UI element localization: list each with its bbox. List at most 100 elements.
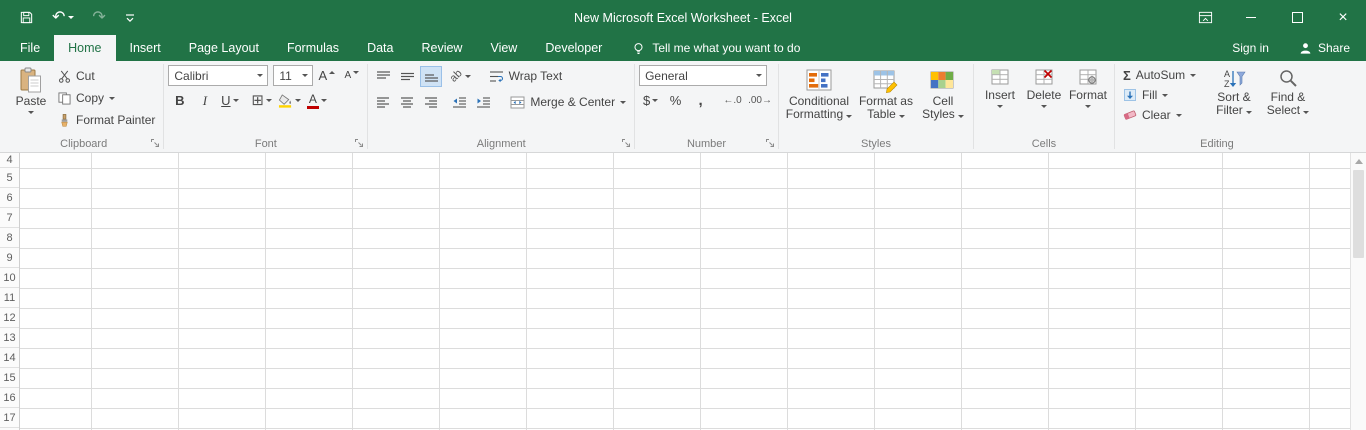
row-header-cell[interactable]: 14 <box>0 348 19 368</box>
font-color-button[interactable]: A <box>305 90 329 111</box>
paste-button[interactable]: Paste <box>8 63 54 135</box>
row-header-cell[interactable]: 6 <box>0 188 19 208</box>
minimize-button[interactable] <box>1228 0 1274 35</box>
number-format-combo[interactable]: General <box>639 65 767 86</box>
number-dialog-launcher[interactable] <box>764 137 776 149</box>
conditional-formatting-dropdown-caret[interactable] <box>846 115 852 118</box>
italic-button[interactable]: I <box>193 90 216 111</box>
tab-home[interactable]: Home <box>54 35 115 61</box>
row-header-cell[interactable]: 9 <box>0 248 19 268</box>
font-name-combo[interactable]: Calibri <box>168 65 268 86</box>
conditional-formatting-button[interactable]: Conditional Formatting <box>783 63 855 135</box>
font-size-dropdown[interactable] <box>297 66 312 85</box>
comma-style-button[interactable]: , <box>689 90 712 111</box>
delete-dropdown-caret[interactable] <box>1041 105 1047 108</box>
tab-page-layout[interactable]: Page Layout <box>175 35 273 61</box>
font-dialog-launcher[interactable] <box>353 137 365 149</box>
row-header-cell[interactable]: 16 <box>0 388 19 408</box>
sort-filter-button[interactable]: A Z Sort & Filter <box>1207 63 1261 135</box>
font-color-dropdown-caret[interactable] <box>321 99 327 102</box>
accounting-dropdown-caret[interactable] <box>652 99 658 102</box>
borders-button[interactable]: ⊞ <box>249 90 274 111</box>
format-dropdown-caret[interactable] <box>1085 105 1091 108</box>
scrollbar-thumb[interactable] <box>1353 170 1364 258</box>
shrink-font-button[interactable]: A <box>340 65 363 86</box>
alignment-dialog-launcher[interactable] <box>620 137 632 149</box>
bottom-align-button[interactable] <box>420 66 442 87</box>
insert-dropdown-caret[interactable] <box>997 105 1003 108</box>
format-cells-button[interactable]: Format <box>1066 63 1110 135</box>
format-as-table-button[interactable]: Format as Table <box>855 63 917 135</box>
paste-dropdown-caret[interactable] <box>28 111 34 114</box>
cell-styles-button[interactable]: Cell Styles <box>917 63 969 135</box>
align-left-button[interactable] <box>372 92 394 113</box>
orientation-dropdown-caret[interactable] <box>465 75 471 78</box>
orientation-button[interactable]: ab <box>448 66 472 87</box>
fill-button[interactable]: Fill <box>1119 85 1207 105</box>
insert-cells-button[interactable]: Insert <box>978 63 1022 135</box>
clipboard-dialog-launcher[interactable] <box>149 137 161 149</box>
underline-button[interactable]: U <box>218 90 241 111</box>
wrap-text-button[interactable]: Wrap Text <box>485 65 567 87</box>
ribbon-display-options-button[interactable] <box>1182 0 1228 35</box>
fill-dropdown-caret[interactable] <box>1162 94 1168 97</box>
accounting-format-button[interactable]: $ <box>639 90 662 111</box>
percent-style-button[interactable]: % <box>664 90 687 111</box>
font-size-combo[interactable]: 11 <box>273 65 313 86</box>
row-header-cell[interactable]: 7 <box>0 208 19 228</box>
tab-formulas[interactable]: Formulas <box>273 35 353 61</box>
tab-insert[interactable]: Insert <box>116 35 175 61</box>
merge-center-dropdown-caret[interactable] <box>620 101 626 104</box>
undo-button[interactable]: ↶ <box>43 0 83 35</box>
top-align-button[interactable] <box>372 66 394 87</box>
clear-dropdown-caret[interactable] <box>1176 114 1182 117</box>
align-right-button[interactable] <box>420 92 442 113</box>
merge-center-button[interactable]: Merge & Center <box>506 91 630 113</box>
sign-in-button[interactable]: Sign in <box>1218 35 1283 61</box>
grow-font-button[interactable]: A <box>315 65 338 86</box>
borders-dropdown-caret[interactable] <box>266 99 272 102</box>
underline-dropdown-caret[interactable] <box>233 99 239 102</box>
maximize-button[interactable] <box>1274 0 1320 35</box>
undo-dropdown-caret[interactable] <box>68 16 74 19</box>
customize-quick-access-button[interactable] <box>115 0 145 35</box>
find-select-dropdown-caret[interactable] <box>1303 111 1309 114</box>
autosum-button[interactable]: Σ AutoSum <box>1119 65 1207 85</box>
format-painter-button[interactable]: Format Painter <box>54 109 159 131</box>
font-name-dropdown[interactable] <box>252 66 267 85</box>
autosum-dropdown-caret[interactable] <box>1190 74 1196 77</box>
delete-cells-button[interactable]: Delete <box>1022 63 1066 135</box>
tell-me-box[interactable]: Tell me what you want to do <box>618 35 814 61</box>
fill-color-dropdown-caret[interactable] <box>295 99 301 102</box>
row-header-cell[interactable]: 15 <box>0 368 19 388</box>
find-select-button[interactable]: Find & Select <box>1261 63 1315 135</box>
number-format-dropdown[interactable] <box>751 66 766 85</box>
copy-button[interactable]: Copy <box>54 87 159 109</box>
row-header-cell[interactable]: 13 <box>0 328 19 348</box>
row-header-cell[interactable]: 8 <box>0 228 19 248</box>
cell-styles-dropdown-caret[interactable] <box>958 115 964 118</box>
tab-developer[interactable]: Developer <box>531 35 616 61</box>
redo-button[interactable]: ↷ <box>83 0 114 35</box>
sort-filter-dropdown-caret[interactable] <box>1246 111 1252 114</box>
row-header-cell[interactable]: 11 <box>0 288 19 308</box>
increase-decimal-button[interactable]: ←.0 <box>721 90 744 111</box>
clear-button[interactable]: Clear <box>1119 105 1207 125</box>
spreadsheet-grid[interactable] <box>20 153 1350 430</box>
middle-align-button[interactable] <box>396 66 418 87</box>
scroll-up-icon[interactable] <box>1355 159 1363 164</box>
bold-button[interactable]: B <box>168 90 191 111</box>
row-header-cell[interactable]: 12 <box>0 308 19 328</box>
fill-color-button[interactable] <box>276 90 303 111</box>
cut-button[interactable]: Cut <box>54 65 159 87</box>
copy-dropdown-caret[interactable] <box>109 97 115 100</box>
format-as-table-dropdown-caret[interactable] <box>899 115 905 118</box>
row-header-cell[interactable]: 17 <box>0 408 19 428</box>
align-center-button[interactable] <box>396 92 418 113</box>
tab-view[interactable]: View <box>476 35 531 61</box>
row-header-cell[interactable]: 4 <box>0 153 19 168</box>
increase-indent-button[interactable] <box>472 92 494 113</box>
vertical-scrollbar[interactable] <box>1350 153 1366 430</box>
tab-data[interactable]: Data <box>353 35 407 61</box>
decrease-decimal-button[interactable]: .00→ <box>746 90 774 111</box>
